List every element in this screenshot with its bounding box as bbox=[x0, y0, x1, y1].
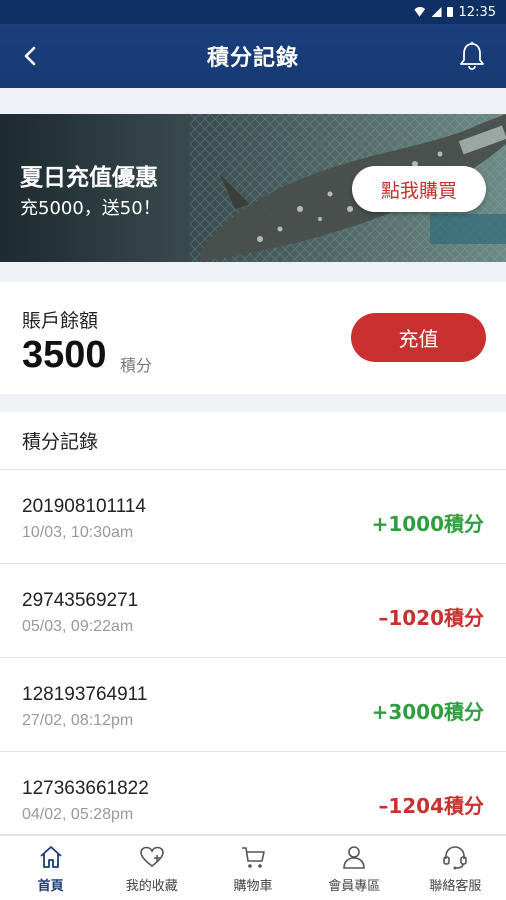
record-row[interactable]: 128193764911 27/02, 08:12pm +3000積分 bbox=[0, 658, 506, 752]
tab-label: 我的收藏 bbox=[125, 878, 178, 894]
tab-member[interactable]: 會員專區 bbox=[304, 836, 405, 900]
record-amount: +1000積分 bbox=[371, 512, 484, 536]
page-title: 積分記錄 bbox=[206, 46, 299, 71]
record-id: 29743569271 bbox=[22, 590, 139, 611]
balance-card: 賬戶餘額 3500 積分 充值 bbox=[0, 282, 506, 394]
records-title: 積分記錄 bbox=[0, 412, 506, 470]
record-amount: +3000積分 bbox=[371, 700, 484, 724]
record-time: 04/02, 05:28pm bbox=[22, 806, 134, 823]
record-id: 127363661822 bbox=[22, 778, 149, 799]
record-amount: –1020積分 bbox=[378, 606, 484, 630]
buy-now-button[interactable]: 點我購買 bbox=[352, 166, 486, 212]
record-row[interactable]: 201908101114 10/03, 10:30am +1000積分 bbox=[0, 470, 506, 564]
promo-banner[interactable]: 夏日充值優惠 充5000，送50！ 點我購買 bbox=[0, 114, 506, 262]
points-records: 積分記錄 201908101114 10/03, 10:30am +1000積分… bbox=[0, 412, 506, 834]
wifi-icon bbox=[413, 7, 427, 17]
back-button[interactable] bbox=[14, 40, 46, 72]
bottom-tab-bar: 首頁 我的收藏 購物車 會員專區 聯絡客服 bbox=[0, 834, 506, 900]
record-id: 201908101114 bbox=[22, 496, 146, 517]
home-icon bbox=[39, 845, 62, 868]
tab-favorites[interactable]: 我的收藏 bbox=[101, 836, 202, 900]
user-icon bbox=[343, 845, 366, 869]
headset-icon bbox=[443, 845, 468, 869]
record-amount: –1204積分 bbox=[378, 794, 484, 818]
record-time: 27/02, 08:12pm bbox=[22, 712, 134, 729]
record-time: 10/03, 10:30am bbox=[22, 524, 134, 541]
balance-label: 賬戶餘額 bbox=[22, 310, 99, 332]
record-id: 128193764911 bbox=[22, 684, 148, 705]
banner-subtitle: 充5000，送50！ bbox=[20, 198, 161, 219]
tab-label: 聯絡客服 bbox=[429, 878, 482, 894]
tab-label: 首頁 bbox=[37, 878, 64, 894]
cart-icon bbox=[242, 846, 265, 868]
record-row[interactable]: 127363661822 04/02, 05:28pm –1204積分 bbox=[0, 752, 506, 834]
chevron-left-icon bbox=[24, 46, 36, 66]
balance-value: 3500 bbox=[22, 334, 107, 376]
banner-title: 夏日充值優惠 bbox=[20, 165, 158, 191]
app-header: 積分記錄 bbox=[0, 24, 506, 88]
tab-label: 購物車 bbox=[233, 878, 273, 894]
signal-icon bbox=[431, 7, 442, 17]
heart-plus-icon bbox=[139, 846, 164, 867]
tab-support[interactable]: 聯絡客服 bbox=[405, 836, 506, 900]
status-bar: 12:35 bbox=[0, 0, 506, 24]
notification-button[interactable] bbox=[456, 40, 488, 72]
balance-unit: 積分 bbox=[120, 356, 153, 375]
record-time: 05/03, 09:22am bbox=[22, 618, 134, 635]
recharge-button[interactable]: 充值 bbox=[351, 313, 486, 362]
record-row[interactable]: 29743569271 05/03, 09:22am –1020積分 bbox=[0, 564, 506, 658]
bell-icon bbox=[460, 41, 484, 70]
tab-cart[interactable]: 購物車 bbox=[202, 836, 303, 900]
tab-home[interactable]: 首頁 bbox=[0, 836, 101, 900]
tab-label: 會員專區 bbox=[328, 878, 381, 894]
status-time: 12:35 bbox=[458, 4, 496, 20]
battery-icon bbox=[446, 7, 453, 17]
